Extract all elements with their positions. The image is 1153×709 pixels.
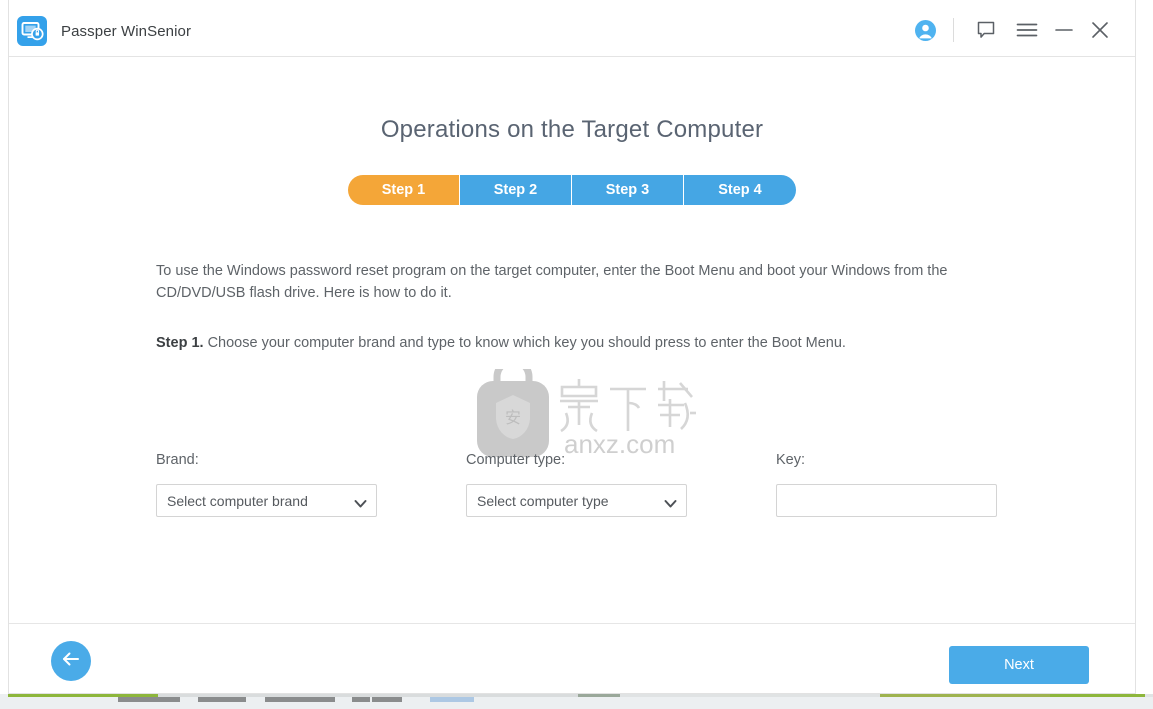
speech-bubble-icon[interactable] (969, 14, 1003, 46)
computer-type-select-value: Select computer type (477, 493, 609, 509)
step-instruction: Step 1. Choose your computer brand and t… (156, 335, 1016, 351)
computer-type-select[interactable]: Select computer type (466, 484, 687, 517)
site-watermark: 安 anxz.com (474, 357, 699, 461)
page-title: Operations on the Target Computer (380, 116, 764, 143)
title-bar: Passper WinSenior (9, 0, 1135, 57)
arrow-left-icon (60, 650, 82, 673)
computer-type-label: Computer type: (466, 452, 566, 468)
step-instruction-body: Choose your computer brand and type to k… (203, 335, 846, 351)
chevron-down-icon (664, 496, 677, 514)
brand-select-value: Select computer brand (167, 493, 308, 509)
monitor-key-icon (17, 16, 47, 46)
key-label: Key: (776, 452, 806, 468)
step-tab-3[interactable]: Step 3 (572, 175, 684, 205)
brand-select[interactable]: Select computer brand (156, 484, 377, 517)
chevron-down-icon (354, 496, 367, 514)
step-instruction-prefix: Step 1. (156, 335, 204, 351)
app-title: Passper WinSenior (61, 23, 192, 40)
close-icon[interactable] (1083, 14, 1117, 46)
next-button[interactable]: Next (949, 646, 1089, 684)
intro-paragraph: To use the Windows password reset progra… (156, 263, 948, 301)
step-tab-4[interactable]: Step 4 (684, 175, 796, 205)
brand-label: Brand: (156, 452, 199, 468)
titlebar-divider (953, 18, 954, 42)
step-tab-2[interactable]: Step 2 (460, 175, 572, 205)
main-content: Operations on the Target Computer Step 1… (9, 57, 1135, 623)
back-button[interactable] (51, 641, 91, 681)
user-account-icon[interactable] (908, 14, 942, 46)
step-indicator: Step 1 Step 2 Step 3 Step 4 (9, 175, 1135, 205)
desktop-strip (0, 694, 1153, 709)
hamburger-menu-icon[interactable] (1010, 14, 1044, 46)
key-input[interactable] (776, 484, 997, 517)
step-tab-1[interactable]: Step 1 (348, 175, 460, 205)
application-window: Passper WinSenior Operations on the Targ… (8, 0, 1136, 694)
svg-text:anxz.com: anxz.com (564, 429, 675, 459)
minimize-icon[interactable] (1047, 14, 1081, 46)
svg-text:安: 安 (505, 408, 521, 427)
footer-bar: Next (9, 623, 1135, 693)
